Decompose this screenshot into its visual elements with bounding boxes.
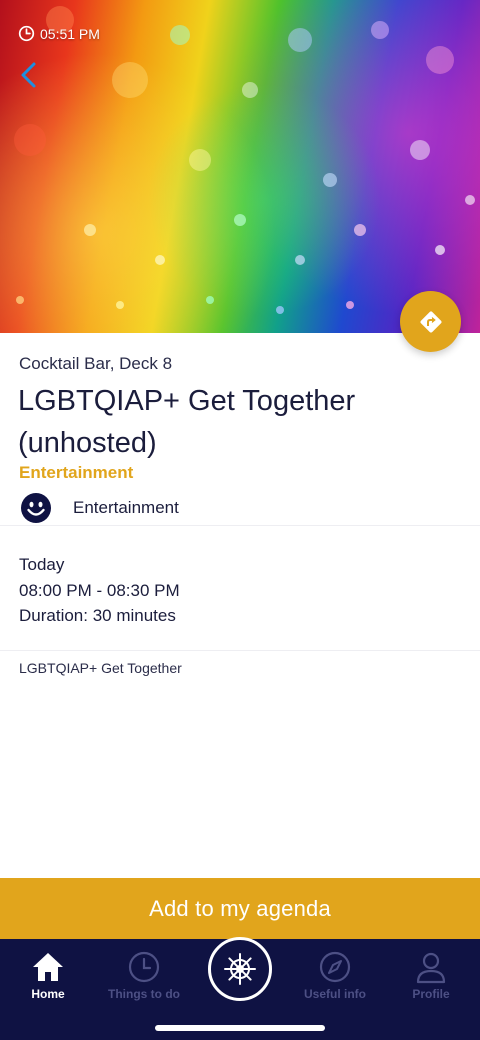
status-time-label: 05:51 PM (40, 25, 100, 42)
home-icon (33, 953, 63, 981)
tab-home[interactable]: Home (0, 949, 96, 1001)
divider (0, 650, 480, 651)
tab-useful-info-label: Useful info (304, 987, 366, 1001)
event-category: Entertainment (19, 463, 134, 482)
clock-icon (128, 951, 160, 983)
event-title-line-1: LGBTQIAP+ Get Together (18, 385, 356, 417)
bottom-tab-bar: Home Things to do Useful info Profile (0, 937, 480, 1040)
back-button[interactable] (14, 60, 44, 90)
event-title: LGBTQIAP+ Get Together (unhosted) (18, 380, 398, 464)
add-to-agenda-button[interactable]: Add to my agenda (0, 878, 480, 939)
home-indicator[interactable] (155, 1025, 325, 1031)
directions-button[interactable] (400, 291, 461, 352)
tab-useful-info[interactable]: Useful info (287, 949, 383, 1001)
event-description: LGBTQIAP+ Get Together (19, 660, 182, 676)
tab-things-to-do[interactable]: Things to do (96, 949, 192, 1001)
event-day: Today (19, 555, 65, 574)
tab-things-to-do-label: Things to do (108, 987, 180, 1001)
event-schedule: Today 08:00 PM - 08:30 PM Duration: 30 m… (19, 552, 180, 629)
directions-icon (420, 311, 441, 332)
ship-wheel-icon (224, 953, 256, 985)
tab-profile-label: Profile (412, 987, 450, 1001)
smiley-icon (21, 493, 51, 523)
glitter-texture (14, 6, 475, 314)
tab-home-label: Home (31, 987, 65, 1001)
chevron-left-icon (21, 62, 36, 88)
event-location: Cocktail Bar, Deck 8 (19, 354, 173, 373)
ship-wheel-button[interactable] (208, 937, 272, 1001)
event-duration: Duration: 30 minutes (19, 606, 176, 625)
event-tag-label: Entertainment (73, 498, 179, 517)
divider (0, 525, 480, 526)
event-title-line-2: (unhosted) (18, 427, 157, 459)
hero-image: 05:51 PM (0, 0, 480, 333)
status-time: 05:51 PM (18, 25, 100, 42)
profile-icon (416, 952, 446, 984)
clock-icon (18, 25, 35, 42)
event-tag: Entertainment (20, 492, 179, 524)
tab-profile[interactable]: Profile (383, 949, 479, 1001)
event-time-range: 08:00 PM - 08:30 PM (19, 580, 180, 600)
compass-icon (319, 951, 351, 983)
